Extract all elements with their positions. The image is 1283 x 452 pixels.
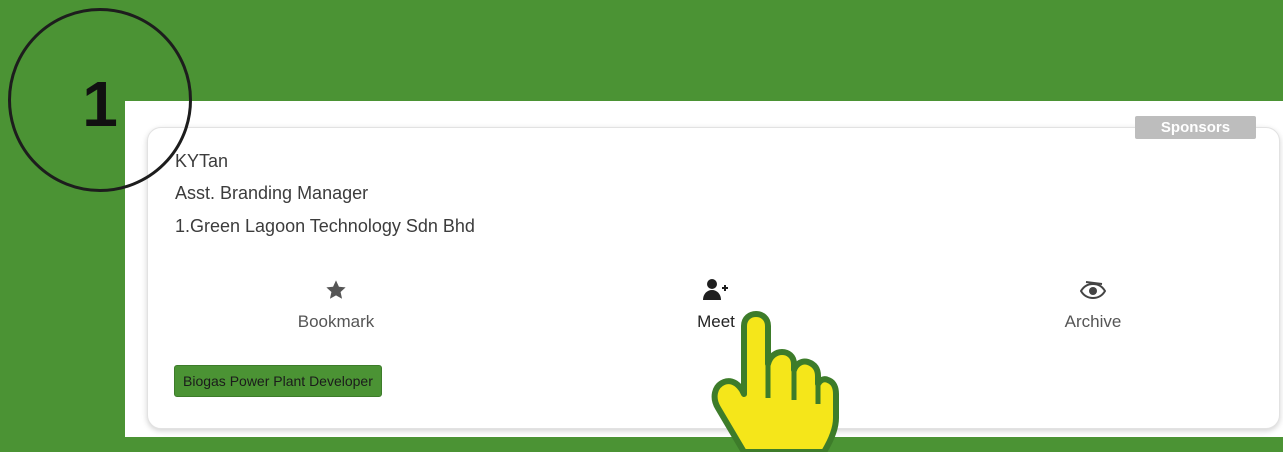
eye-slash-icon [1013,274,1173,306]
step-number: 1 [82,68,118,140]
archive-button[interactable]: Archive [1013,274,1173,344]
attendee-name: KYTan [175,151,229,171]
sponsors-badge: Sponsors [1135,116,1256,139]
attendee-company: 1.Green Lagoon Technology Sdn Bhd [175,216,475,236]
star-icon [256,274,416,306]
bookmark-label: Bookmark [297,312,375,331]
attendee-title: Asst. Branding Manager [175,183,369,203]
archive-label: Archive [1064,312,1122,331]
pointer-hand-icon [711,311,839,452]
bookmark-button[interactable]: Bookmark [256,274,416,344]
add-user-icon [636,274,796,306]
category-tag[interactable]: Biogas Power Plant Developer [174,365,382,397]
tutorial-stage: Sponsors KYTan Asst. Branding Manager 1.… [0,0,1283,452]
